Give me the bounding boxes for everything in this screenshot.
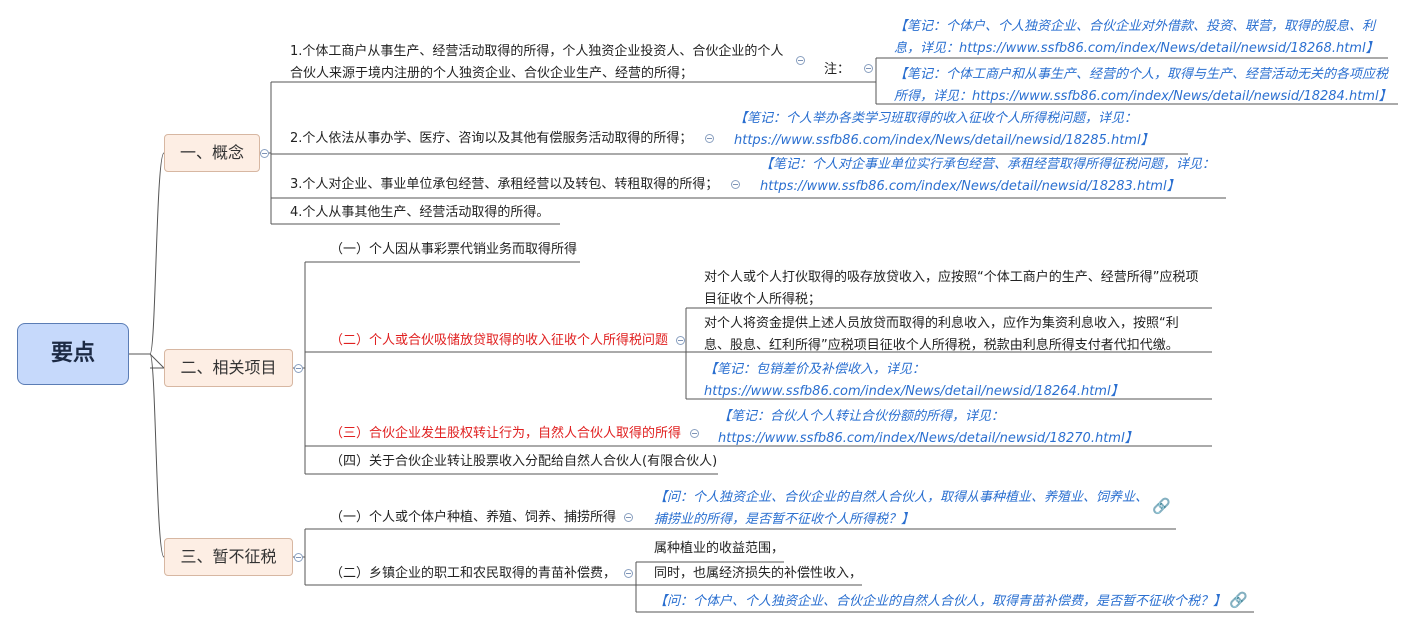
note-18270[interactable]: 【笔记：合伙人个人转让合伙份额的所得，详见：https://www.ssfb86… [718,406,1208,450]
crop-compensation-subitem-1[interactable]: 属种植业的收益范围， [654,538,784,560]
collapse-toggle-icon[interactable] [705,134,714,143]
collapse-toggle-icon[interactable] [676,336,685,345]
related-item-2[interactable]: （二）个人或合伙吸储放贷取得的收入征收个人所得税问题 [330,330,668,352]
topic-related-items[interactable]: 二、相关项目 [164,349,293,387]
concept-item-3[interactable]: 3.个人对企业、事业单位承包经营、承租经营以及转包、转租取得的所得； [290,174,718,196]
concept-item-2[interactable]: 2.个人依法从事办学、医疗、咨询以及其他有偿服务活动取得的所得； [290,128,692,150]
collapse-toggle-icon[interactable] [294,553,303,562]
note-18268[interactable]: 【笔记：个体户、个人独资企业、合伙企业对外借款、投资、联营，取得的股息、利息，详… [894,16,1382,60]
collapse-toggle-icon[interactable] [731,180,740,189]
related-item-4[interactable]: （四）关于合伙企业转让股票收入分配给自然人合伙人(有限合伙人) [330,451,717,473]
deposit-loan-subitem-2[interactable]: 对个人将资金提供上述人员放贷而取得的利息收入，应作为集资利息收入，按照“利息、股… [704,313,1204,357]
link-icon[interactable]: 🔗 [1229,591,1248,609]
collapse-toggle-icon[interactable] [690,429,699,438]
collapse-toggle-icon[interactable] [294,364,303,373]
note-label[interactable]: 注： [824,59,850,81]
topic-concept[interactable]: 一、概念 [164,134,260,172]
crop-compensation-subitem-2[interactable]: 同时，也属经济损失的补偿性收入， [654,563,862,585]
question-farming-income[interactable]: 【问：个人独资企业、合伙企业的自然人合伙人，取得从事种植业、养殖业、饲养业、捕捞… [654,487,1154,531]
collapse-toggle-icon[interactable] [796,56,805,65]
collapse-toggle-icon[interactable] [624,513,633,522]
exempt-item-2[interactable]: （二）乡镇企业的职工和农民取得的青苗补偿费， [330,563,616,585]
exempt-item-1[interactable]: （一）个人或个体户种植、养殖、饲养、捕捞所得 [330,507,616,529]
concept-item-1[interactable]: 1.个体工商户从事生产、经营活动取得的所得，个人独资企业投资人、合伙企业的个人合… [290,41,790,85]
concept-item-4[interactable]: 4.个人从事其他生产、经营活动取得的所得。 [290,202,549,224]
topic-temporary-exemption[interactable]: 三、暂不征税 [164,538,293,576]
collapse-toggle-icon[interactable] [260,149,269,158]
question-crop-compensation[interactable]: 【问：个体户、个人独资企业、合伙企业的自然人合伙人，取得青苗补偿费，是否暂不征收… [654,591,1226,613]
related-item-3[interactable]: （三）合伙企业发生股权转让行为，自然人合伙人取得的所得 [330,423,681,445]
note-18284[interactable]: 【笔记：个体工商户和从事生产、经营的个人，取得与生产、经营活动无关的各项应税所得… [894,64,1394,108]
collapse-toggle-icon[interactable] [864,64,873,73]
collapse-toggle-icon[interactable] [624,569,633,578]
deposit-loan-subitem-1[interactable]: 对个人或个人打伙取得的吸存放贷收入，应按照“个体工商户的生产、经营所得”应税项目… [704,267,1204,311]
link-icon[interactable]: 🔗 [1152,497,1171,515]
note-18264[interactable]: 【笔记：包销差价及补偿收入，详见：https://www.ssfb86.com/… [704,359,1204,403]
related-item-1[interactable]: （一）个人因从事彩票代销业务而取得所得 [330,239,577,261]
note-18285[interactable]: 【笔记：个人举办各类学习班取得的收入征收个人所得税问题，详见：https://w… [734,108,1194,152]
root-topic[interactable]: 要点 [17,323,129,385]
note-18283[interactable]: 【笔记：个人对企事业单位实行承包经营、承租经营取得所得征税问题，详见：https… [760,154,1220,198]
